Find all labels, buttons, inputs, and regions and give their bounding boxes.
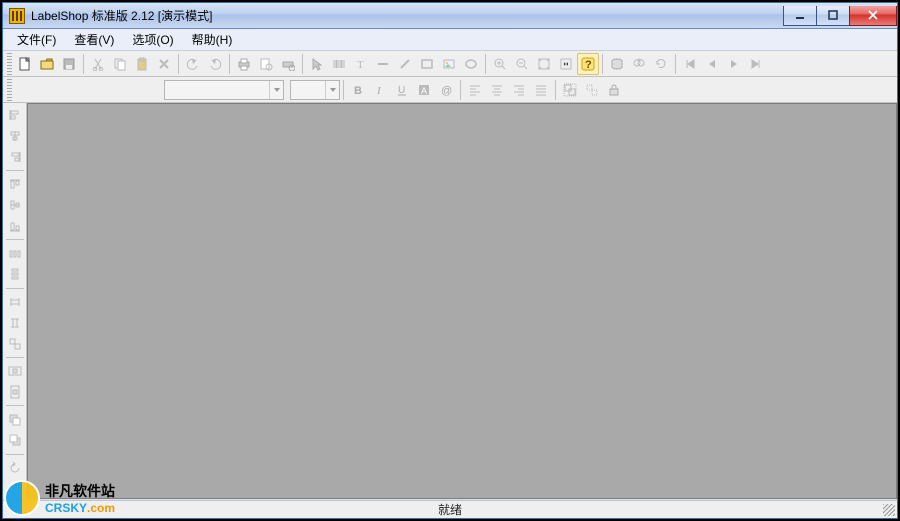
close-button[interactable] — [849, 6, 897, 26]
last-record-button[interactable] — [745, 53, 767, 75]
main-toolbar: T ? — [3, 51, 897, 77]
chevron-down-icon — [269, 81, 283, 99]
prev-record-button[interactable] — [701, 53, 723, 75]
align-center-h[interactable] — [5, 126, 25, 147]
same-height[interactable] — [5, 312, 25, 333]
align-top-edge[interactable] — [5, 174, 25, 195]
zoom-in-button[interactable] — [489, 53, 511, 75]
italic-button[interactable]: I — [369, 79, 391, 101]
toolbar-gripper-2[interactable] — [7, 79, 12, 101]
font-size-combo[interactable] — [290, 80, 340, 100]
svg-text:B: B — [354, 85, 362, 97]
menu-file[interactable]: 文件(F) — [9, 29, 64, 50]
align-left-edge[interactable] — [5, 105, 25, 126]
format-toolbar: B I U A @ — [3, 77, 897, 103]
center-page-v[interactable] — [5, 382, 25, 403]
print-settings-button[interactable] — [277, 53, 299, 75]
align-justify-button[interactable] — [530, 79, 552, 101]
app-icon — [9, 8, 25, 24]
copy-button[interactable] — [109, 53, 131, 75]
center-page-h[interactable] — [5, 361, 25, 382]
chevron-down-icon — [325, 81, 339, 99]
image-tool[interactable] — [438, 53, 460, 75]
first-record-button[interactable] — [679, 53, 701, 75]
align-right-edge[interactable] — [5, 146, 25, 167]
toolbar-gripper[interactable] — [7, 53, 12, 75]
lock-button[interactable] — [603, 79, 625, 101]
same-width[interactable] — [5, 292, 25, 313]
new-button[interactable] — [14, 53, 36, 75]
align-bottom-edge[interactable] — [5, 216, 25, 237]
ellipse-tool[interactable] — [460, 53, 482, 75]
help-button[interactable]: ? — [577, 53, 599, 75]
delete-button[interactable] — [153, 53, 175, 75]
minimize-button[interactable] — [783, 6, 817, 26]
menu-options[interactable]: 选项(O) — [124, 29, 181, 50]
underline-button[interactable]: U — [391, 79, 413, 101]
charmap-button[interactable]: @ — [435, 79, 457, 101]
status-text: 就绪 — [438, 501, 462, 518]
status-bar: 就绪 — [3, 500, 897, 518]
svg-text:I: I — [376, 85, 382, 97]
font-color-button[interactable]: A — [413, 79, 435, 101]
zoom-fit-button[interactable] — [533, 53, 555, 75]
align-center-v[interactable] — [5, 195, 25, 216]
bold-button[interactable]: B — [347, 79, 369, 101]
database-button[interactable] — [606, 53, 628, 75]
svg-text:U: U — [398, 85, 405, 96]
pointer-tool[interactable] — [306, 53, 328, 75]
redo-button[interactable] — [204, 53, 226, 75]
line-tool[interactable] — [394, 53, 416, 75]
send-back[interactable] — [5, 430, 25, 451]
zoom-out-button[interactable] — [511, 53, 533, 75]
refresh-button[interactable] — [650, 53, 672, 75]
menu-bar: 文件(F) 查看(V) 选项(O) 帮助(H) — [3, 29, 897, 51]
align-toolbar — [3, 103, 27, 499]
svg-text:?: ? — [585, 59, 592, 71]
svg-text:A: A — [421, 86, 427, 96]
title-bar: LabelShop 标准版 2.12 [演示模式] — [3, 3, 897, 29]
barcode-tool[interactable] — [328, 53, 350, 75]
font-name-combo[interactable] — [164, 80, 284, 100]
distribute-h[interactable] — [5, 243, 25, 264]
maximize-button[interactable] — [816, 6, 850, 26]
distribute-v[interactable] — [5, 264, 25, 285]
print-button[interactable] — [233, 53, 255, 75]
align-center-button[interactable] — [486, 79, 508, 101]
print-preview-button[interactable] — [255, 53, 277, 75]
rotate-right[interactable] — [5, 478, 25, 499]
ungroup-button[interactable] — [581, 79, 603, 101]
cut-button[interactable] — [87, 53, 109, 75]
hline-tool[interactable] — [372, 53, 394, 75]
canvas-area[interactable] — [27, 103, 897, 499]
same-size[interactable] — [5, 333, 25, 354]
resize-grip-icon[interactable] — [883, 504, 895, 516]
save-button[interactable] — [58, 53, 80, 75]
text-tool[interactable]: T — [350, 53, 372, 75]
svg-text:T: T — [357, 59, 364, 71]
find-button[interactable] — [628, 53, 650, 75]
window-title: LabelShop 标准版 2.12 [演示模式] — [31, 7, 212, 24]
align-right-button[interactable] — [508, 79, 530, 101]
bring-front[interactable] — [5, 409, 25, 430]
rotate-left[interactable] — [5, 458, 25, 479]
next-record-button[interactable] — [723, 53, 745, 75]
open-button[interactable] — [36, 53, 58, 75]
menu-help[interactable]: 帮助(H) — [184, 29, 241, 50]
menu-view[interactable]: 查看(V) — [66, 29, 122, 50]
align-left-button[interactable] — [464, 79, 486, 101]
paste-button[interactable] — [131, 53, 153, 75]
svg-text:@: @ — [441, 85, 452, 97]
rect-tool[interactable] — [416, 53, 438, 75]
undo-button[interactable] — [182, 53, 204, 75]
zoom-100-button[interactable] — [555, 53, 577, 75]
group-button[interactable] — [559, 79, 581, 101]
